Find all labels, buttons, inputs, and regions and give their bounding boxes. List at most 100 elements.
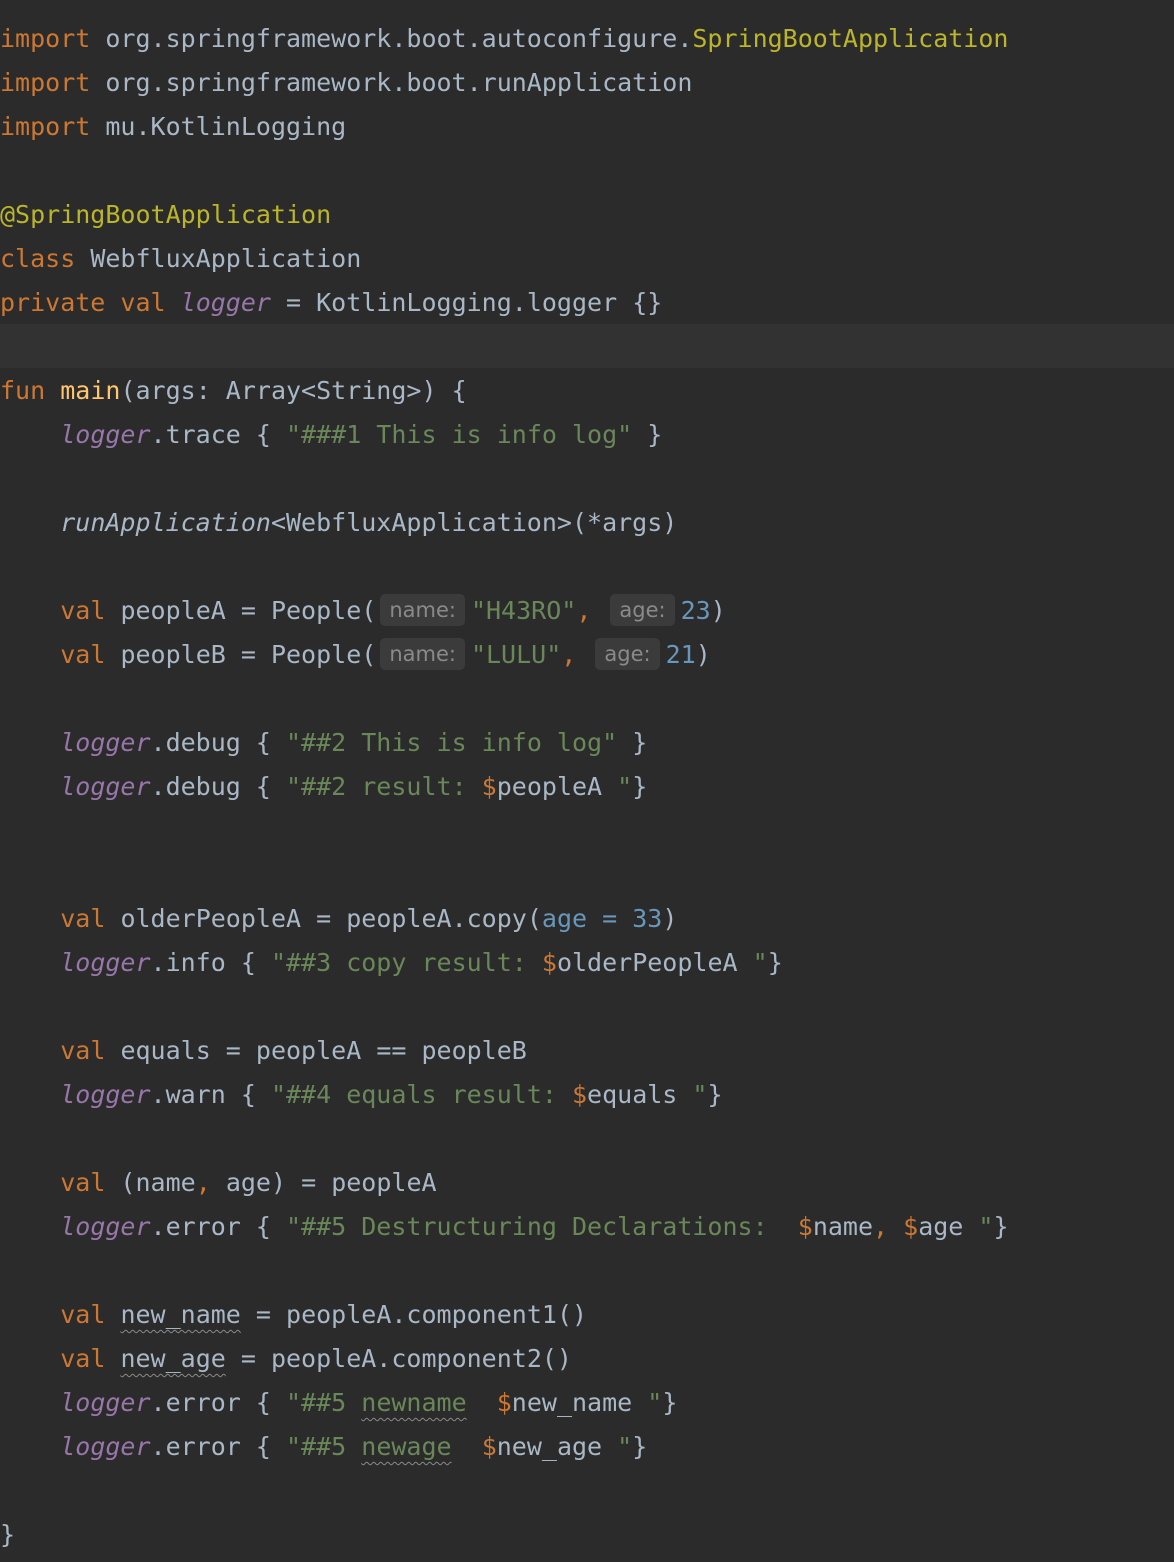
- variable-with-warning: new_age: [120, 1344, 226, 1373]
- code-line: val new_name = peopleA.component1(): [60, 1300, 588, 1329]
- close-brace: }: [662, 1388, 678, 1417]
- code-line: val peopleB = People(name: "LULU", age: 21…: [60, 638, 711, 670]
- keyword: val: [60, 1036, 106, 1065]
- template-var: new_name: [511, 1388, 633, 1417]
- import-class: SpringBootApplication: [692, 24, 1009, 53]
- constructor-call: People(: [270, 596, 377, 625]
- code-line: }: [0, 1513, 1174, 1557]
- number-literal: 23: [680, 596, 711, 625]
- template-var: name: [812, 1212, 874, 1241]
- logger-ref: logger: [60, 1432, 151, 1461]
- close-brace: }: [0, 1520, 16, 1549]
- close-brace: }: [767, 948, 783, 977]
- inlay-hint-age: age:: [610, 594, 675, 626]
- template-var: age: [918, 1212, 964, 1241]
- code-line: runApplication<WebfluxApplication>(*args…: [0, 501, 1174, 545]
- string-literal: ": [602, 1432, 633, 1461]
- named-argument: age =: [541, 904, 633, 933]
- template-dollar: $: [571, 1080, 588, 1109]
- code-line: logger.error { "##5 Destructuring Declar…: [60, 1212, 1009, 1241]
- string-literal: "##3 copy result:: [270, 948, 542, 977]
- logger-ref: logger: [60, 948, 151, 977]
- keyword: val: [60, 1344, 106, 1373]
- number-literal: 21: [665, 640, 696, 669]
- close-brace: }: [993, 1212, 1009, 1241]
- import-path: org.springframework.boot.runApplication: [105, 68, 693, 97]
- logger-ref: logger: [60, 772, 151, 801]
- method-call: .error: [150, 1388, 241, 1417]
- code-line: logger.debug { "##2 result: $peopleA "}: [60, 772, 648, 801]
- string-literal: "##2 result:: [286, 772, 482, 801]
- code-line: class WebfluxApplication: [0, 237, 1174, 281]
- template-dollar: $: [481, 1432, 497, 1461]
- logger-init: KotlinLogging.logger: [316, 288, 618, 317]
- code-line: logger.error { "##5 newname $new_name "}: [60, 1388, 678, 1417]
- string-literal: ": [677, 1080, 708, 1109]
- function-call: runApplication: [60, 508, 271, 537]
- code-line: val (name, age) = peopleA: [60, 1168, 437, 1197]
- code-line: @SpringBootApplication: [0, 193, 1174, 237]
- template-dollar: $: [903, 1212, 919, 1241]
- logger-ref: logger: [60, 1080, 151, 1109]
- call-args: <WebfluxApplication>(*args): [270, 508, 678, 537]
- string-literal: "###1 This is info log": [286, 420, 633, 449]
- string-literal: "LULU": [470, 640, 562, 669]
- logger-ref: logger: [60, 420, 151, 449]
- inlay-hint-age: age:: [595, 638, 660, 670]
- keyword: import: [0, 112, 91, 141]
- variable: equals: [120, 1036, 211, 1065]
- string-literal: "##5: [286, 1432, 362, 1461]
- variable: olderPeopleA: [120, 904, 302, 933]
- logger-variable: logger: [180, 288, 271, 317]
- code-line: import org.springframework.boot.runAppli…: [0, 61, 1174, 105]
- string-literal: "##4 equals result:: [270, 1080, 572, 1109]
- keyword: import: [0, 68, 91, 97]
- method-call: .trace: [150, 420, 241, 449]
- variable: name: [135, 1168, 196, 1197]
- method-call: peopleA.component2(): [270, 1344, 572, 1373]
- number-literal: 33: [632, 904, 663, 933]
- code-line: val equals = peopleA == peopleB: [60, 1036, 527, 1065]
- code-line: val new_age = peopleA.component2(): [60, 1344, 572, 1373]
- code-line: private val logger = KotlinLogging.logge…: [0, 288, 663, 317]
- logger-ref: logger: [60, 1212, 151, 1241]
- keyword: val: [60, 1168, 106, 1197]
- code-line: logger.debug { "##2 This is info log" }: [60, 728, 648, 757]
- string-literal: "##2 This is info log": [286, 728, 618, 757]
- constructor-call: People(: [270, 640, 377, 669]
- method-call: .debug: [150, 728, 241, 757]
- import-path: org.springframework.boot.autoconfigure.: [105, 24, 693, 53]
- class-name: WebfluxApplication: [90, 244, 362, 273]
- string-literal: ": [602, 772, 633, 801]
- method-call: .info: [150, 948, 226, 977]
- function-name: main: [60, 376, 121, 405]
- variable: peopleB: [120, 640, 226, 669]
- template-var: new_age: [496, 1432, 603, 1461]
- logger-ref: logger: [60, 1388, 151, 1417]
- code-editor[interactable]: import org.springframework.boot.autoconf…: [0, 0, 1174, 1562]
- inlay-hint-name: name:: [380, 638, 465, 670]
- keyword: import: [0, 24, 91, 53]
- variable: peopleA: [120, 596, 226, 625]
- keyword: val: [60, 596, 106, 625]
- code-line: val peopleA = People(name: "H43RO", age: 2…: [60, 594, 726, 626]
- close-brace: }: [707, 1080, 723, 1109]
- expression: peopleA == peopleB: [255, 1036, 527, 1065]
- variable-with-warning: new_name: [120, 1300, 241, 1329]
- string-literal: "##5: [286, 1388, 362, 1417]
- template-dollar: $: [797, 1212, 813, 1241]
- method-call: peopleA.component1(): [286, 1300, 588, 1329]
- code-line: fun main(args: Array<String>) {: [0, 369, 1174, 413]
- keyword: val: [120, 288, 166, 317]
- method-call: .error: [150, 1432, 241, 1461]
- import-path: mu.KotlinLogging: [105, 112, 347, 141]
- method-call: .error: [150, 1212, 241, 1241]
- function-signature: (args: Array<String>) {: [120, 376, 467, 405]
- string-literal: ": [963, 1212, 994, 1241]
- string-literal: ": [632, 1388, 663, 1417]
- inlay-hint-name: name:: [380, 594, 465, 626]
- code-line: logger.trace { "###1 This is info log" }: [60, 420, 663, 449]
- keyword: val: [60, 904, 106, 933]
- code-line: logger.info { "##3 copy result: $olderPe…: [60, 948, 783, 977]
- code-line: import mu.KotlinLogging: [0, 105, 1174, 149]
